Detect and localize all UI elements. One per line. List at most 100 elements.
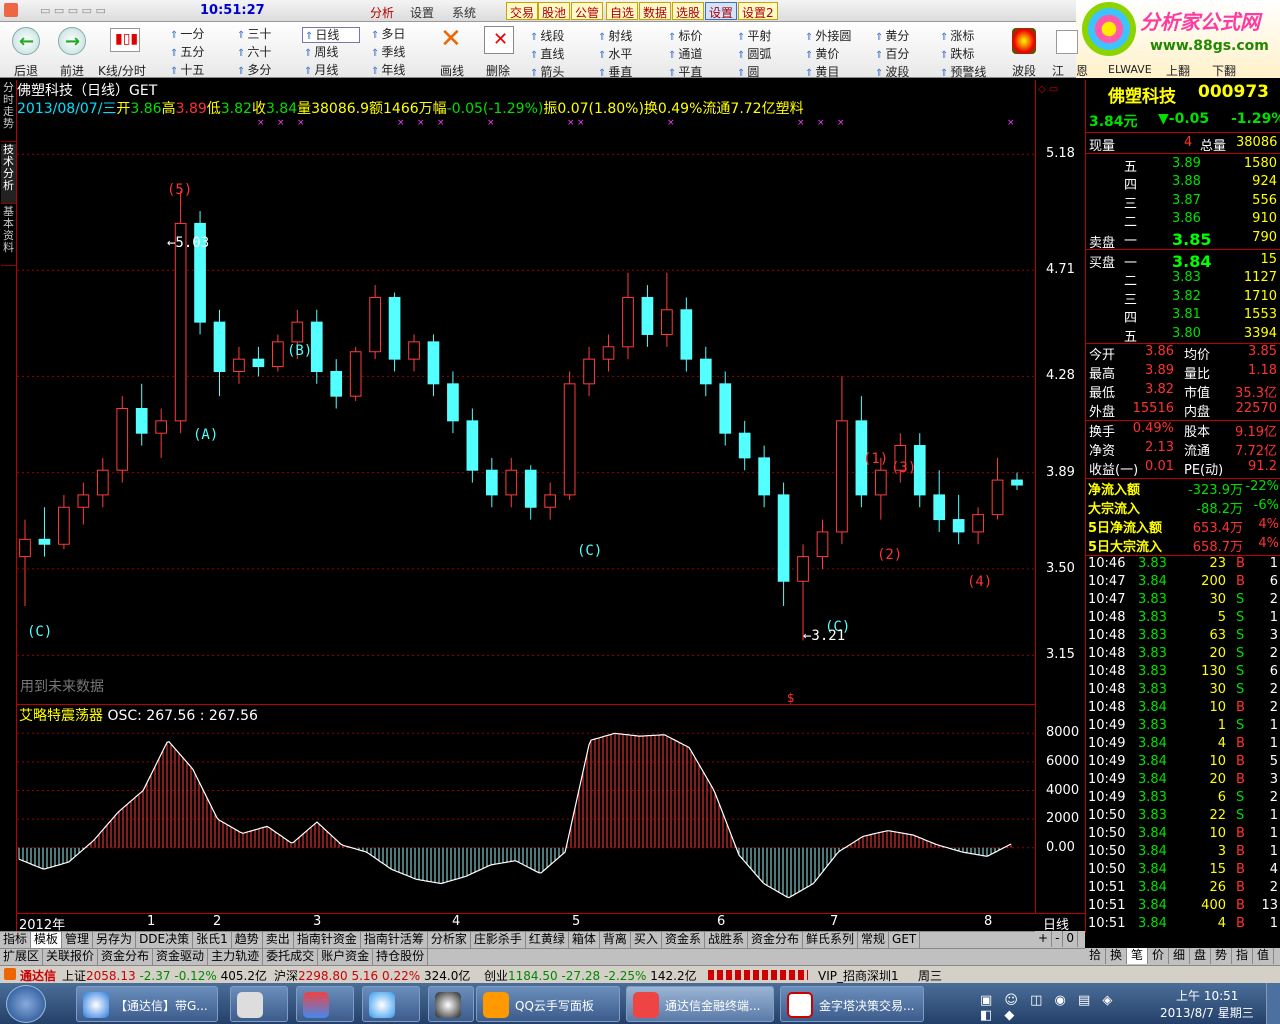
btn-trade[interactable]: 交易 xyxy=(506,2,539,20)
indicator-tab-21[interactable]: GET xyxy=(889,932,921,948)
line-tool-1-3[interactable]: ⇑ 圆弧 xyxy=(737,45,771,62)
indicator-tab-13[interactable]: 箱体 xyxy=(569,932,600,948)
indicator-tab-2[interactable]: 管理 xyxy=(62,932,94,948)
candle-body[interactable] xyxy=(252,358,265,368)
tick-row[interactable]: 10:50 3.83 22 S 1 xyxy=(1086,808,1280,826)
forward-label[interactable]: 前进 xyxy=(60,62,84,79)
btn-settings2[interactable]: 设置2 xyxy=(738,2,778,20)
hs-index[interactable]: 沪深2298.80 5.16 0.22% 324.0亿 xyxy=(274,967,470,984)
task-tdx-browser[interactable]: 【通达信】带G... xyxy=(76,986,218,1022)
candle-body[interactable] xyxy=(427,341,440,385)
period-2-1[interactable]: ⇑ 多分 xyxy=(235,63,293,79)
btn-data[interactable]: 数据 xyxy=(639,2,672,20)
tick-row[interactable]: 10:51 3.84 4 B 1 xyxy=(1086,916,1280,934)
period-1-3[interactable]: ⇑ 季线 xyxy=(369,45,427,61)
panel-tab-2[interactable]: 笔 xyxy=(1127,948,1148,964)
bid-row-2[interactable]: 二 3.83 1127 xyxy=(1086,270,1280,289)
line-tool-0-6[interactable]: ⇑ 涨标 xyxy=(940,27,974,44)
task-tdx-terminal[interactable]: 通达信金融终端... xyxy=(626,986,774,1022)
ask-row-4[interactable]: 四 3.88 924 xyxy=(1086,174,1280,193)
btn-watchlist[interactable]: 自选 xyxy=(606,2,639,20)
tick-row[interactable]: 10:50 3.84 10 B 1 xyxy=(1086,826,1280,844)
extension-tab-1[interactable]: 关联报价 xyxy=(43,949,99,965)
candle-body[interactable] xyxy=(349,351,362,397)
vip-server[interactable]: VIP_招商深圳1 xyxy=(818,967,899,984)
indicator-tab-10[interactable]: 分析家 xyxy=(428,932,471,948)
btn-gongguan[interactable]: 公管 xyxy=(571,2,604,20)
candle-body[interactable] xyxy=(96,469,109,496)
menu-system[interactable]: 系统 xyxy=(452,4,476,21)
forward-icon[interactable]: → xyxy=(58,27,86,55)
candle-body[interactable] xyxy=(524,469,537,508)
candle-body[interactable] xyxy=(699,358,712,385)
extension-tab-5[interactable]: 委托成交 xyxy=(263,949,319,965)
tick-row[interactable]: 10:47 3.83 30 S 2 xyxy=(1086,592,1280,610)
candle-body[interactable] xyxy=(58,506,70,545)
app-icon[interactable] xyxy=(4,3,18,17)
candle-body[interactable] xyxy=(505,469,518,496)
candle-body[interactable] xyxy=(952,519,965,533)
candle-body[interactable] xyxy=(661,309,673,335)
tick-row[interactable]: 10:46 3.83 23 B 1 xyxy=(1086,556,1280,574)
indicator-tab-20[interactable]: 常规 xyxy=(858,932,890,948)
candle-body[interactable] xyxy=(622,296,634,348)
axis-corner-icons[interactable]: ◇ ▭ xyxy=(1038,84,1058,95)
tick-list[interactable]: 10:46 3.83 23 B 1 10:47 3.84 200 B 6 10:47 3.83 30 S 2… xyxy=(1086,555,1280,933)
page-down-label[interactable]: 下翻 xyxy=(1212,62,1236,79)
candle-body[interactable] xyxy=(602,346,615,360)
period-0-3[interactable]: ⇑ 多日 xyxy=(369,27,427,43)
line-tool-1-5[interactable]: ⇑ 百分 xyxy=(875,45,909,62)
line-tool-2-1[interactable]: ⇑ 垂直 xyxy=(598,63,632,80)
elwave-label[interactable]: ELWAVE xyxy=(1108,63,1152,76)
period-2-3[interactable]: ⇑ 年线 xyxy=(369,63,427,79)
tick-row[interactable]: 10:51 3.84 26 B 2 xyxy=(1086,880,1280,898)
indicator-tab-3[interactable]: 另存为 xyxy=(93,932,137,948)
delete-label[interactable]: 删除 xyxy=(486,62,510,79)
indicator-tab-0[interactable]: 指标 xyxy=(0,932,32,948)
line-tool-0-1[interactable]: ⇑ 射线 xyxy=(598,27,632,44)
start-button-icon[interactable] xyxy=(6,985,46,1023)
extension-tab-0[interactable]: 扩展区 xyxy=(0,949,44,965)
wave-band-icon[interactable] xyxy=(1012,28,1036,54)
period-0-1[interactable]: ⇑ 三十 xyxy=(235,27,293,43)
bid-row-5[interactable]: 五 3.80 3394 xyxy=(1086,326,1280,345)
menu-settings[interactable]: 设置 xyxy=(410,4,434,21)
panel-tab-5[interactable]: 盘 xyxy=(1190,948,1211,964)
tick-row[interactable]: 10:49 3.84 20 B 3 xyxy=(1086,772,1280,790)
line-tool-0-3[interactable]: ⇑ 平射 xyxy=(737,27,771,44)
kline-icon[interactable]: ▮▯▮ xyxy=(110,28,140,52)
candle-body[interactable] xyxy=(563,383,576,496)
tick-row[interactable]: 10:50 3.84 15 B 4 xyxy=(1086,862,1280,880)
candle-body[interactable] xyxy=(797,556,809,582)
candle-body[interactable] xyxy=(991,479,1004,516)
candle-body[interactable] xyxy=(583,358,595,385)
candle-body[interactable] xyxy=(135,408,148,434)
task-qq-handwriting[interactable]: QQ云手写面板 xyxy=(476,986,620,1022)
candle-body[interactable] xyxy=(272,341,284,368)
tab-fundamental[interactable]: 基本资料 xyxy=(1,206,16,266)
wave-band-label[interactable]: 波段 xyxy=(1012,62,1036,79)
candle-body[interactable] xyxy=(116,408,129,471)
line-tool-1-0[interactable]: ⇑ 直线 xyxy=(530,45,564,62)
tick-row[interactable]: 10:51 3.84 400 B 13 xyxy=(1086,898,1280,916)
btn-pool[interactable]: 股池 xyxy=(538,2,571,20)
ask-row-2[interactable]: 二 3.86 910 xyxy=(1086,211,1280,230)
indicator-tab-9[interactable]: 指南针活筹 xyxy=(361,932,428,948)
menu-analysis[interactable]: 分析 xyxy=(370,4,394,21)
candle-body[interactable] xyxy=(719,383,732,434)
period-0-0[interactable]: ⇑ 一分 xyxy=(168,27,226,43)
candle-body[interactable] xyxy=(874,469,887,496)
task-app-3[interactable] xyxy=(296,986,354,1022)
draw-line-label[interactable]: 画线 xyxy=(440,62,464,79)
panel-tab-4[interactable]: 细 xyxy=(1169,948,1190,964)
jiang-icon[interactable] xyxy=(1056,30,1078,54)
extension-tab-4[interactable]: 主力轨迹 xyxy=(208,949,264,965)
tick-row[interactable]: 10:48 3.83 20 S 2 xyxy=(1086,646,1280,664)
task-app-4[interactable] xyxy=(362,986,420,1022)
extension-tab-6[interactable]: 账户资金 xyxy=(318,949,374,965)
kline-toggle-label[interactable]: K线/分时 xyxy=(98,62,146,79)
candle-body[interactable] xyxy=(174,222,187,422)
candle-body[interactable] xyxy=(408,341,420,360)
ask-row-1[interactable]: 一 3.85 790 xyxy=(1086,230,1280,249)
period-1-2[interactable]: ⇑ 周线 xyxy=(302,45,360,61)
